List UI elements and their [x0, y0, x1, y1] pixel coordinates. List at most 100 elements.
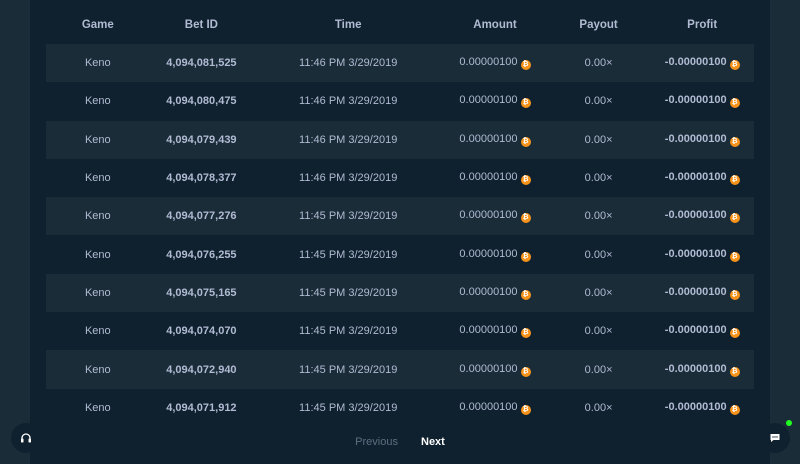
bitcoin-icon: ₿: [729, 175, 740, 186]
time-cell: 11:45 PM 3/29/2019: [253, 350, 444, 389]
table-row[interactable]: Keno 4,094,074,070 11:45 PM 3/29/2019 0.000…: [46, 312, 754, 351]
table-header-row: Game Bet ID Time Amount Payout Profit: [46, 6, 754, 44]
time-cell: 11:46 PM 3/29/2019: [253, 158, 444, 198]
amount-value: 0.00000100: [459, 362, 518, 375]
amount-value: 0.00000100: [459, 209, 518, 222]
time-value: 11:45 PM 3/29/2019: [299, 248, 398, 261]
bet-id-cell[interactable]: 4,094,076,255: [149, 235, 254, 274]
bet-id-cell[interactable]: 4,094,072,940: [149, 350, 254, 389]
bitcoin-icon: ₿: [729, 136, 740, 147]
bitcoin-icon: ₿: [520, 251, 531, 262]
game-cell: Keno: [46, 44, 150, 83]
bitcoin-icon: ₿: [729, 213, 740, 224]
table-row[interactable]: Keno 4,094,080,475 11:46 PM 3/29/2019 0.000…: [46, 82, 754, 121]
payout-value: 0.00×: [584, 95, 613, 108]
time-value: 11:45 PM 3/29/2019: [299, 363, 398, 376]
time-cell: 11:45 PM 3/29/2019: [253, 388, 444, 427]
time-value: 11:46 PM 3/29/2019: [299, 172, 398, 185]
profit-value: -0.00000100: [664, 285, 727, 298]
payout-cell: 0.00×: [546, 82, 651, 121]
payout-cell: 0.00×: [546, 312, 651, 351]
next-button[interactable]: Next: [421, 436, 445, 448]
profit-cell: -0.00000100 ₿: [650, 197, 754, 236]
bitcoin-icon: ₿: [520, 213, 531, 224]
table-row[interactable]: Keno 4,094,077,276 11:45 PM 3/29/2019 0.000…: [46, 197, 754, 236]
bet-id-cell[interactable]: 4,094,080,475: [149, 82, 254, 121]
bet-id-value: 4,094,075,165: [166, 286, 237, 299]
bet-id-cell[interactable]: 4,094,077,276: [149, 197, 254, 236]
bitcoin-icon: ₿: [520, 328, 531, 339]
previous-button[interactable]: Previous: [355, 436, 398, 448]
bet-id-cell[interactable]: 4,094,071,912: [149, 388, 254, 427]
game-cell: Keno: [46, 235, 150, 274]
bet-id-value: 4,094,080,475: [166, 95, 237, 108]
profit-cell: -0.00000100 ₿: [650, 82, 754, 121]
bitcoin-icon: ₿: [520, 366, 531, 377]
profit-value: -0.00000100: [664, 94, 727, 107]
bet-id-value: 4,094,072,940: [166, 363, 237, 376]
bet-id-cell[interactable]: 4,094,079,439: [149, 120, 254, 159]
table-row[interactable]: Keno 4,094,072,940 11:45 PM 3/29/2019 0.000…: [46, 350, 754, 389]
bet-id-cell[interactable]: 4,094,075,165: [149, 273, 254, 313]
game-value: Keno: [84, 95, 111, 108]
table-row[interactable]: Keno 4,094,076,255 11:45 PM 3/29/2019 0.000…: [46, 235, 754, 274]
amount-cell: 0.00000100 ₿: [443, 235, 547, 274]
bet-id-cell[interactable]: 4,094,074,070: [149, 312, 254, 351]
table-row[interactable]: Keno 4,094,079,439 11:46 PM 3/29/2019 0.000…: [46, 120, 754, 159]
amount-cell: 0.00000100 ₿: [443, 350, 547, 389]
table-row[interactable]: Keno 4,094,071,912 11:45 PM 3/29/2019 0.000…: [46, 388, 754, 427]
amount-value: 0.00000100: [459, 94, 518, 107]
support-button[interactable]: [11, 423, 41, 453]
live-chat-button[interactable]: [760, 423, 790, 453]
game-cell: Keno: [46, 158, 150, 198]
amount-cell: 0.00000100 ₿: [443, 44, 547, 83]
profit-cell: -0.00000100 ₿: [650, 273, 754, 313]
game-value: Keno: [84, 172, 111, 185]
column-header-amount: Amount: [473, 19, 517, 31]
payout-value: 0.00×: [584, 325, 613, 338]
bitcoin-icon: ₿: [729, 60, 740, 71]
time-value: 11:45 PM 3/29/2019: [299, 401, 398, 414]
profit-value: -0.00000100: [664, 324, 727, 337]
table-row[interactable]: Keno 4,094,081,525 11:46 PM 3/29/2019 0.000…: [46, 44, 754, 83]
time-value: 11:45 PM 3/29/2019: [299, 325, 398, 338]
bet-id-cell[interactable]: 4,094,078,377: [149, 158, 254, 198]
amount-value: 0.00000100: [459, 247, 518, 260]
time-cell: 11:45 PM 3/29/2019: [253, 197, 444, 236]
profit-cell: -0.00000100 ₿: [650, 158, 754, 198]
payout-cell: 0.00×: [546, 158, 651, 198]
profit-cell: -0.00000100 ₿: [650, 120, 754, 159]
bet-id-value: 4,094,076,255: [166, 248, 237, 261]
column-header-time: Time: [334, 19, 362, 31]
amount-cell: 0.00000100 ₿: [443, 158, 547, 198]
amount-value: 0.00000100: [459, 132, 518, 145]
amount-value: 0.00000100: [459, 171, 518, 184]
table-row[interactable]: Keno 4,094,078,377 11:46 PM 3/29/2019 0.000…: [46, 158, 754, 198]
game-value: Keno: [84, 57, 111, 70]
bitcoin-icon: ₿: [520, 98, 531, 109]
pagination: Previous Next: [30, 436, 770, 448]
table-row[interactable]: Keno 4,094,075,165 11:45 PM 3/29/2019 0.000…: [46, 273, 754, 313]
game-cell: Keno: [46, 82, 150, 121]
profit-cell: -0.00000100 ₿: [650, 388, 754, 427]
game-value: Keno: [84, 248, 111, 261]
game-value: Keno: [84, 286, 111, 299]
payout-cell: 0.00×: [546, 350, 651, 389]
game-cell: Keno: [46, 120, 150, 159]
payout-cell: 0.00×: [546, 235, 651, 274]
bitcoin-icon: ₿: [729, 366, 740, 377]
bet-id-cell[interactable]: 4,094,081,525: [149, 44, 254, 83]
headset-icon: [21, 433, 31, 443]
profit-value: -0.00000100: [664, 247, 727, 260]
bitcoin-icon: ₿: [729, 98, 740, 109]
column-header-profit: Profit: [687, 19, 718, 31]
profit-cell: -0.00000100 ₿: [650, 235, 754, 274]
bet-id-value: 4,094,071,912: [166, 401, 237, 414]
profit-value: -0.00000100: [664, 171, 727, 184]
game-cell: Keno: [46, 312, 150, 351]
column-header-payout: Payout: [579, 19, 618, 31]
profit-value: -0.00000100: [664, 132, 727, 145]
chat-icon: [770, 434, 780, 442]
time-cell: 11:45 PM 3/29/2019: [253, 235, 444, 274]
bet-id-value: 4,094,081,525: [166, 57, 237, 70]
